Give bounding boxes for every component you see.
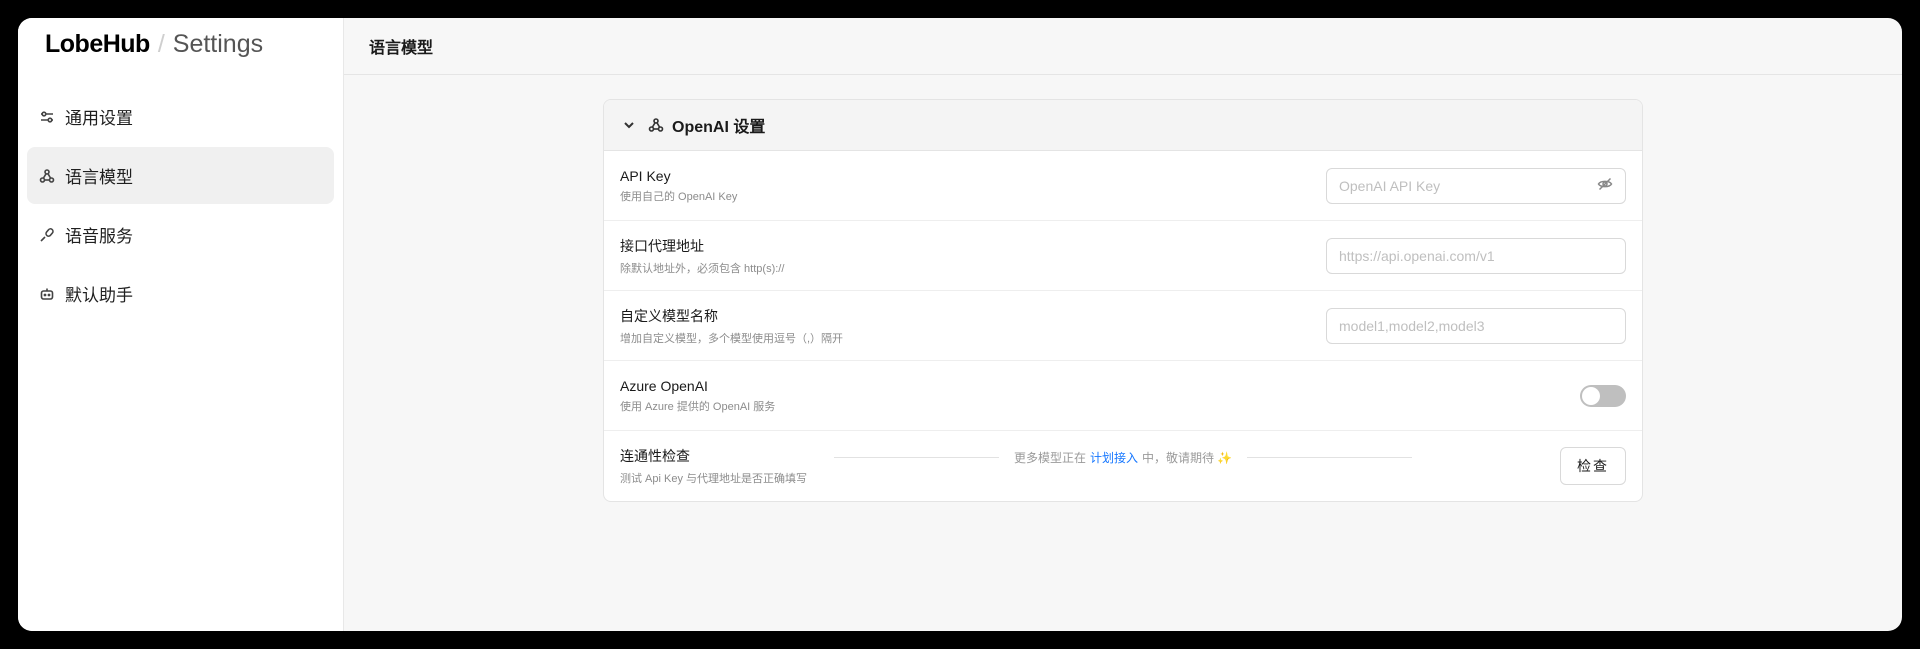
row-desc: 使用自己的 OpenAI Key bbox=[620, 190, 738, 203]
sidebar-item-label: 语音服务 bbox=[65, 227, 133, 246]
row-label: API Key bbox=[620, 167, 671, 184]
connectivity-check-row: 连通性检查 测试 Api Key 与代理地址是否正确填写 检查 bbox=[604, 431, 1642, 501]
footer-text-after: 中，敬请期待 bbox=[1142, 451, 1215, 465]
row-label: 接口代理地址 bbox=[620, 237, 704, 254]
card-title: OpenAI 设置 bbox=[672, 119, 766, 136]
input-placeholder: model1,model2,model3 bbox=[1339, 317, 1485, 334]
eye-off-icon[interactable] bbox=[1597, 176, 1613, 195]
sidebar-item-default-assistant[interactable]: 默认助手 bbox=[27, 265, 334, 322]
sidebar: LobeHub / Settings 通用设置 语言模型 语音服务 默认助手 bbox=[18, 18, 344, 631]
main-content: 语言模型 OpenAI 设置 API Key 使用自己的 OpenAI Key … bbox=[344, 18, 1902, 631]
chevron-down-icon[interactable] bbox=[622, 118, 636, 132]
api-key-input[interactable]: OpenAI API Key bbox=[1326, 167, 1626, 204]
bot-icon bbox=[39, 286, 55, 302]
azure-openai-row: Azure OpenAI 使用 Azure 提供的 OpenAI 服务 bbox=[604, 361, 1642, 431]
row-desc: 使用 Azure 提供的 OpenAI 服务 bbox=[620, 400, 776, 413]
input-placeholder: https://api.openai.com/v1 bbox=[1339, 247, 1495, 264]
divider bbox=[1247, 457, 1412, 458]
row-desc: 测试 Api Key 与代理地址是否正确填写 bbox=[620, 473, 808, 485]
app-window: LobeHub / Settings 通用设置 语言模型 语音服务 默认助手 语… bbox=[18, 18, 1902, 631]
sidebar-item-voice[interactable]: 语音服务 bbox=[27, 206, 334, 263]
webhook-icon bbox=[648, 117, 664, 133]
custom-models-input[interactable]: model1,model2,model3 bbox=[1326, 307, 1626, 344]
brand-logo: LobeHub bbox=[45, 30, 150, 58]
sidebar-item-language-model[interactable]: 语言模型 bbox=[27, 147, 334, 204]
sidebar-item-label: 语言模型 bbox=[65, 168, 133, 187]
sidebar-item-label: 默认助手 bbox=[65, 286, 133, 305]
azure-openai-toggle[interactable] bbox=[1580, 384, 1626, 407]
brand-subtitle: Settings bbox=[172, 30, 264, 58]
microphone-icon bbox=[39, 227, 55, 243]
settings-sliders-icon bbox=[39, 109, 55, 125]
webhook-icon bbox=[39, 168, 55, 184]
row-label: Azure OpenAI bbox=[620, 377, 708, 394]
brand-separator: / bbox=[157, 30, 165, 58]
sparkle-icon: ✨ bbox=[1217, 450, 1232, 465]
row-label: 自定义模型名称 bbox=[620, 307, 718, 324]
page-title: 语言模型 bbox=[344, 18, 1902, 75]
row-desc: 除默认地址外，必须包含 http(s):// bbox=[620, 262, 785, 275]
openai-settings-card: OpenAI 设置 API Key 使用自己的 OpenAI Key OpenA… bbox=[603, 99, 1643, 502]
api-key-row: API Key 使用自己的 OpenAI Key OpenAI API Key bbox=[604, 151, 1642, 221]
input-placeholder: OpenAI API Key bbox=[1339, 177, 1441, 194]
plan-link[interactable]: 计划接入 bbox=[1090, 449, 1138, 466]
footer-text-before: 更多模型正在 bbox=[1014, 451, 1087, 465]
proxy-url-row: 接口代理地址 除默认地址外，必须包含 http(s):// https://ap… bbox=[604, 221, 1642, 291]
sidebar-item-label: 通用设置 bbox=[65, 109, 133, 128]
sidebar-nav: 通用设置 语言模型 语音服务 默认助手 bbox=[27, 88, 334, 322]
card-header[interactable]: OpenAI 设置 bbox=[604, 100, 1642, 151]
custom-models-row: 自定义模型名称 增加自定义模型，多个模型使用逗号（,）隔开 model1,mod… bbox=[604, 291, 1642, 361]
footer-note: 更多模型正在 计划接入 中，敬请期待 ✨ bbox=[344, 449, 1902, 466]
brand: LobeHub / Settings bbox=[27, 18, 334, 82]
divider bbox=[834, 457, 999, 458]
toggle-knob bbox=[1582, 386, 1600, 405]
row-desc: 增加自定义模型，多个模型使用逗号（,）隔开 bbox=[620, 332, 844, 345]
proxy-url-input[interactable]: https://api.openai.com/v1 bbox=[1326, 237, 1626, 274]
sidebar-item-general[interactable]: 通用设置 bbox=[27, 88, 334, 145]
